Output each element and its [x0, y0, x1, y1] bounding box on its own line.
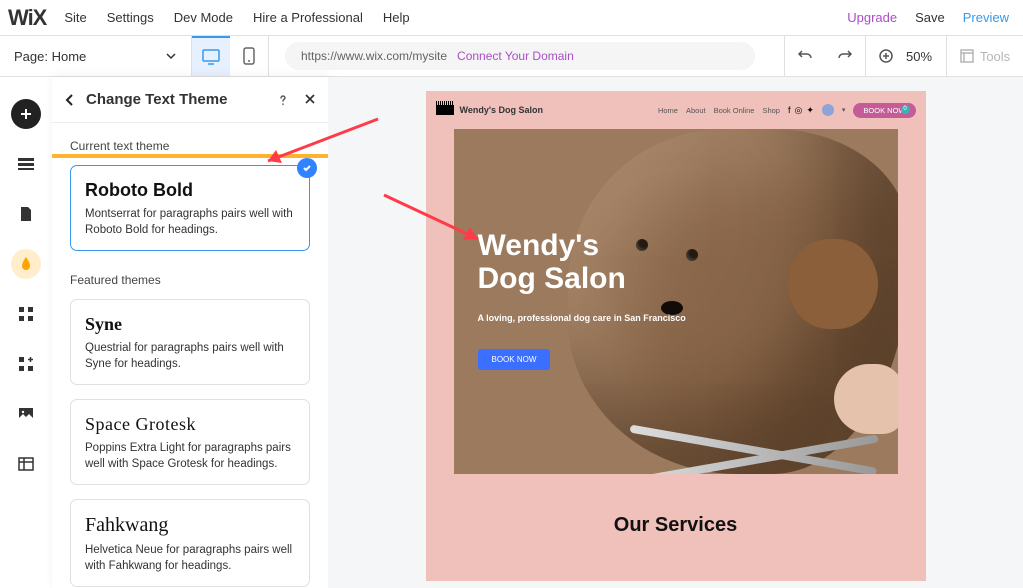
site-header: Wendy's Dog Salon Home About Book Online… [426, 91, 926, 129]
redo-button[interactable] [825, 36, 865, 76]
hero-title[interactable]: Wendy'sDog Salon [478, 229, 686, 295]
tools-button[interactable]: Tools [947, 36, 1023, 76]
side-rail [0, 77, 52, 588]
upgrade-link[interactable]: Upgrade [847, 10, 897, 25]
design-icon[interactable] [11, 249, 41, 279]
comb-icon [436, 105, 454, 115]
menu-dev-mode[interactable]: Dev Mode [174, 10, 233, 25]
connect-domain-link[interactable]: Connect Your Domain [457, 49, 574, 63]
current-theme-card[interactable]: Roboto Bold Montserrat for paragraphs pa… [70, 165, 310, 251]
annotation-arrow [252, 113, 382, 173]
featured-themes-label: Featured themes [70, 273, 310, 287]
panel-title: Change Text Theme [86, 91, 227, 108]
hero-image [834, 364, 898, 434]
theme-name: Space Grotesk [85, 414, 295, 435]
zoom-value: 50% [906, 49, 946, 64]
theme-card-space-grotesk[interactable]: Space Grotesk Poppins Extra Light for pa… [70, 399, 310, 485]
back-icon[interactable] [64, 93, 76, 107]
hero-section[interactable]: Wendy'sDog Salon A loving, professional … [454, 129, 898, 474]
mobile-view-button[interactable] [230, 36, 268, 76]
yelp-icon[interactable]: ✦ [806, 105, 814, 116]
header-book-label: BOOK NOW [863, 106, 905, 115]
facebook-icon[interactable]: f [788, 105, 791, 116]
header-book-button[interactable]: BOOK NOW 0 [853, 103, 915, 118]
website-preview[interactable]: Wendy's Dog Salon Home About Book Online… [426, 91, 926, 581]
media-icon[interactable] [11, 399, 41, 429]
page-selector[interactable]: Page: Home [0, 36, 192, 76]
pages-icon[interactable] [11, 199, 41, 229]
close-icon[interactable] [304, 93, 316, 107]
services-heading[interactable]: Our Services [426, 514, 926, 537]
instagram-icon[interactable]: ◎ [794, 105, 802, 116]
hero-image [686, 249, 698, 261]
save-button[interactable]: Save [915, 10, 945, 25]
menu-help[interactable]: Help [383, 10, 410, 25]
theme-desc: Questrial for paragraphs pairs well with… [85, 341, 295, 372]
site-brand[interactable]: Wendy's Dog Salon [436, 105, 543, 115]
help-icon[interactable] [276, 93, 290, 107]
chevron-down-icon [165, 50, 177, 62]
preview-button[interactable]: Preview [963, 10, 1009, 25]
apps-icon[interactable] [11, 299, 41, 329]
add-apps-icon[interactable] [11, 349, 41, 379]
editor-canvas[interactable]: Wendy's Dog Salon Home About Book Online… [328, 77, 1023, 588]
sections-icon[interactable] [11, 149, 41, 179]
nav-about[interactable]: About [686, 106, 706, 115]
nav-shop[interactable]: Shop [762, 106, 780, 115]
zoom-button[interactable] [866, 36, 906, 76]
theme-card-fahkwang[interactable]: Fahkwang Helvetica Neue for paragraphs p… [70, 499, 310, 587]
nav-home[interactable]: Home [658, 106, 678, 115]
url-text: https://www.wix.com/mysite [301, 49, 447, 63]
wix-logo[interactable]: WiX [8, 5, 46, 31]
hero-subtitle[interactable]: A loving, professional dog care in San F… [478, 313, 686, 323]
content-manager-icon[interactable] [11, 449, 41, 479]
add-button[interactable] [11, 99, 41, 129]
annotation-arrow [378, 189, 488, 249]
theme-name: Fahkwang [85, 514, 295, 537]
menu-hire[interactable]: Hire a Professional [253, 10, 363, 25]
nav-book[interactable]: Book Online [714, 106, 755, 115]
hero-image [788, 239, 878, 329]
tools-label: Tools [980, 49, 1010, 64]
theme-desc: Montserrat for paragraphs pairs well wit… [85, 207, 295, 238]
brand-text: Wendy's Dog Salon [460, 105, 543, 115]
account-avatar[interactable] [822, 104, 834, 116]
desktop-view-button[interactable] [192, 36, 230, 76]
menu-settings[interactable]: Settings [107, 10, 154, 25]
theme-name: Syne [85, 314, 295, 335]
page-label: Page: [14, 49, 48, 64]
hero-book-button[interactable]: BOOK NOW [478, 349, 551, 370]
menu-site[interactable]: Site [64, 10, 86, 25]
page-name: Home [52, 49, 87, 64]
cart-badge[interactable]: 0 [901, 105, 910, 114]
url-bar[interactable]: https://www.wix.com/mysite Connect Your … [285, 42, 755, 70]
theme-name: Roboto Bold [85, 180, 295, 201]
theme-card-syne[interactable]: Syne Questrial for paragraphs pairs well… [70, 299, 310, 385]
theme-desc: Helvetica Neue for paragraphs pairs well… [85, 543, 295, 574]
chevron-down-icon: ▾ [842, 106, 846, 114]
undo-button[interactable] [785, 36, 825, 76]
theme-desc: Poppins Extra Light for paragraphs pairs… [85, 441, 295, 472]
